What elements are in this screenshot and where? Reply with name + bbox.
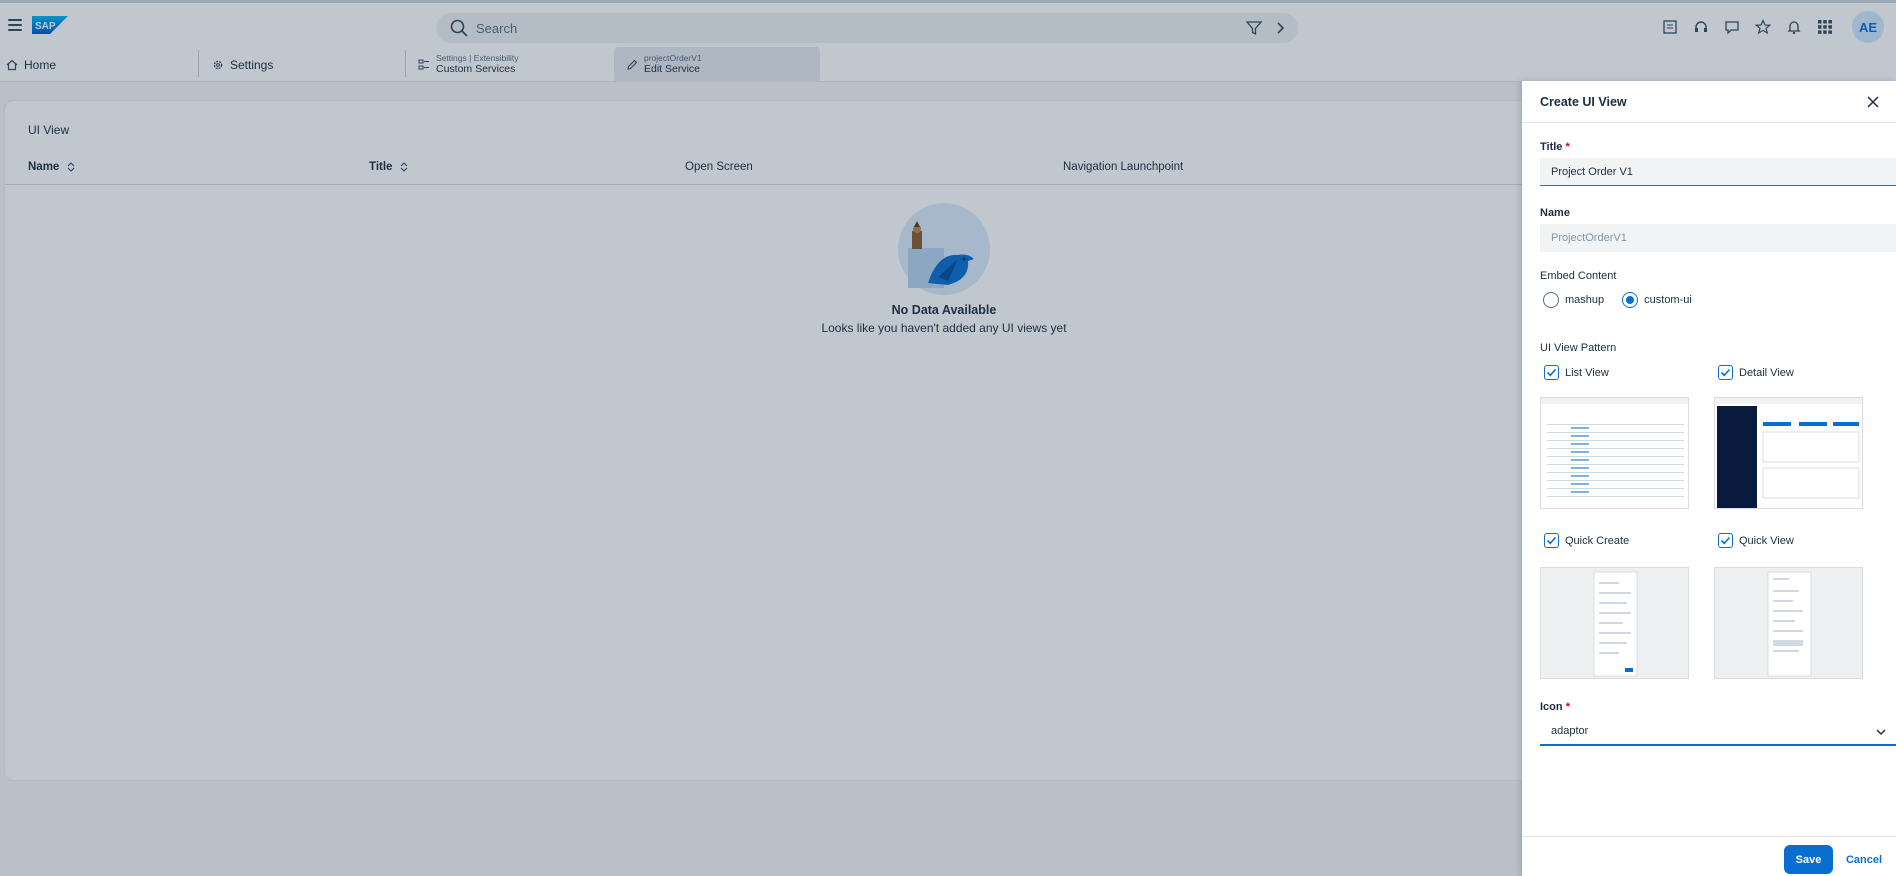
checkbox-detail-view[interactable]: Detail View xyxy=(1718,365,1794,380)
radio-custom-ui-label[interactable]: custom-ui xyxy=(1644,294,1692,306)
checkbox-checked-icon[interactable] xyxy=(1718,533,1733,548)
checkbox-quick-view-label: Quick View xyxy=(1739,534,1794,547)
checkbox-quick-create-label: Quick Create xyxy=(1565,534,1630,547)
icon-label: Icon * xyxy=(1540,701,1570,713)
radio-custom-ui[interactable] xyxy=(1622,292,1639,308)
checkbox-detail-view-label: Detail View xyxy=(1739,366,1794,379)
name-input[interactable]: ProjectOrderV1 xyxy=(1540,224,1896,252)
checkbox-checked-icon[interactable] xyxy=(1544,365,1559,380)
panel-header: Create UI View xyxy=(1522,81,1896,123)
title-input[interactable]: Project Order V1 xyxy=(1540,158,1896,186)
quick-view-thumbnail[interactable] xyxy=(1714,567,1863,679)
name-label: Name xyxy=(1540,207,1570,219)
chevron-down-icon[interactable] xyxy=(1876,727,1886,737)
checkbox-checked-icon[interactable] xyxy=(1544,533,1559,548)
radio-mashup-label[interactable]: mashup xyxy=(1565,294,1604,306)
checkbox-list-view[interactable]: List View xyxy=(1544,365,1609,380)
checkbox-checked-icon[interactable] xyxy=(1718,365,1733,380)
icon-select-value: adaptor xyxy=(1551,725,1589,737)
radio-mashup[interactable] xyxy=(1543,292,1559,308)
checkbox-list-view-label: List View xyxy=(1565,366,1609,379)
create-ui-view-panel: Create UI View Title * Project Order V1 … xyxy=(1522,81,1896,876)
icon-select[interactable]: adaptor xyxy=(1540,718,1896,746)
embed-content-label: Embed Content xyxy=(1540,270,1617,282)
quick-create-thumbnail[interactable] xyxy=(1540,567,1689,679)
checkbox-quick-create[interactable]: Quick Create xyxy=(1544,533,1629,548)
close-icon[interactable] xyxy=(1866,95,1880,109)
save-button[interactable]: Save xyxy=(1784,845,1833,874)
embed-content-radio-group: mashup custom-ui xyxy=(1543,292,1704,308)
title-label: Title * xyxy=(1540,141,1570,153)
checkbox-quick-view[interactable]: Quick View xyxy=(1718,533,1794,548)
panel-title: Create UI View xyxy=(1540,95,1627,109)
ui-view-pattern-label: UI View Pattern xyxy=(1540,342,1617,354)
list-view-thumbnail[interactable] xyxy=(1540,397,1689,509)
detail-view-thumbnail[interactable] xyxy=(1714,397,1863,509)
cancel-button[interactable]: Cancel xyxy=(1840,845,1888,874)
